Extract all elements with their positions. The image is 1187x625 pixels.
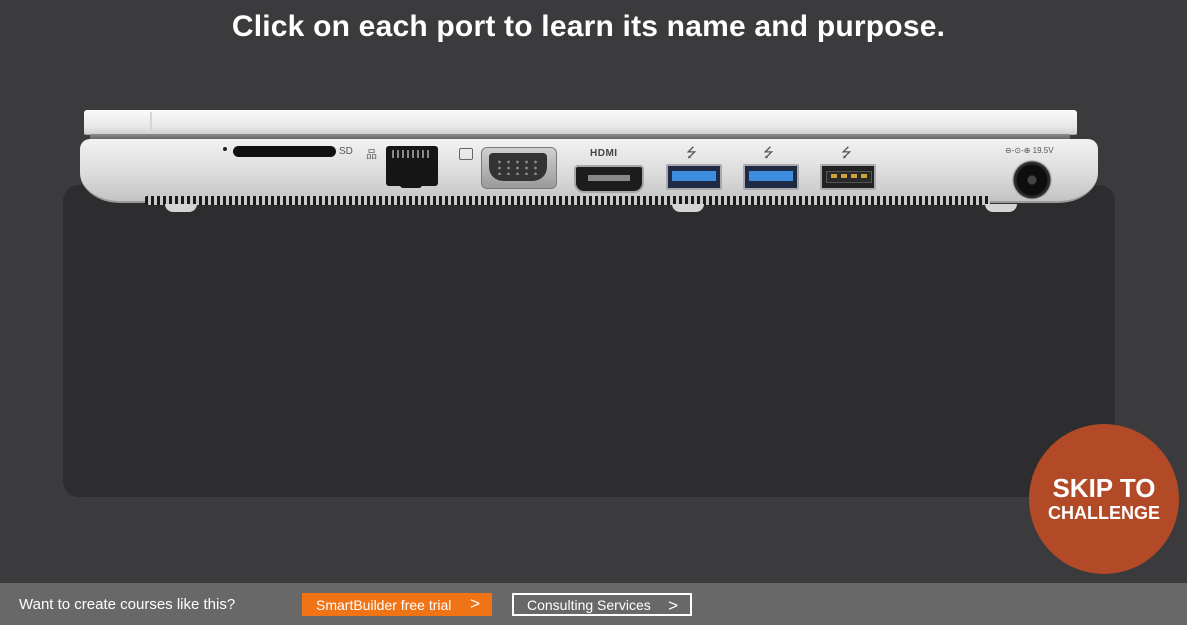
vga-port[interactable]	[481, 147, 557, 189]
info-panel	[63, 185, 1115, 497]
dc-voltage-label: ⊖-⊙-⊕ 19.5V	[1005, 146, 1054, 155]
hdmi-label: HDMI	[590, 148, 618, 159]
usb-icon: ⭍	[763, 145, 774, 160]
sd-indicator-light	[223, 147, 227, 151]
usb-2-port[interactable]	[820, 164, 876, 190]
laptop-foot	[985, 204, 1017, 212]
laptop-lid	[84, 110, 1077, 135]
sd-label: SD	[339, 146, 353, 157]
usb-tongue	[672, 171, 716, 181]
sd-card-slot[interactable]	[233, 146, 336, 157]
chevron-right-icon: >	[668, 596, 678, 615]
dc-power-jack[interactable]	[1012, 160, 1052, 200]
laptop-foot	[672, 204, 704, 212]
monitor-icon	[459, 148, 473, 160]
usb-3-port[interactable]	[743, 164, 799, 190]
laptop-side-view: SD 品 HDMI ⭍ ⭍ ⭍ ⊖-⊙-⊕ 19.5V	[0, 0, 1187, 220]
free-trial-label: SmartBuilder free trial	[316, 596, 452, 613]
chevron-right-icon: >	[470, 594, 480, 613]
consulting-services-button[interactable]: Consulting Services >	[512, 593, 692, 616]
consulting-services-label: Consulting Services	[527, 596, 651, 613]
free-trial-button[interactable]: SmartBuilder free trial >	[302, 593, 492, 616]
footer-prompt: Want to create courses like this?	[19, 596, 236, 613]
skip-label-line1: SKIP TO	[1052, 473, 1156, 503]
usb-tongue	[749, 171, 793, 181]
vga-pins	[489, 153, 547, 181]
ethernet-pins	[392, 150, 432, 158]
hdmi-port[interactable]	[574, 165, 644, 193]
footer-bar: Want to create courses like this? SmartB…	[0, 583, 1187, 625]
usb-icon: ⭍	[841, 145, 852, 160]
laptop-foot	[165, 204, 197, 212]
ethernet-icon: 品	[366, 149, 377, 161]
skip-to-challenge-button[interactable]: SKIP TO CHALLENGE	[1029, 424, 1179, 574]
skip-label-line2: CHALLENGE	[1048, 503, 1160, 523]
ethernet-port[interactable]	[386, 146, 438, 188]
laptop-vents	[145, 196, 990, 205]
usb-tongue	[826, 171, 872, 183]
usb-3-port[interactable]	[666, 164, 722, 190]
lid-seam	[150, 112, 152, 134]
usb-icon: ⭍	[686, 145, 697, 160]
